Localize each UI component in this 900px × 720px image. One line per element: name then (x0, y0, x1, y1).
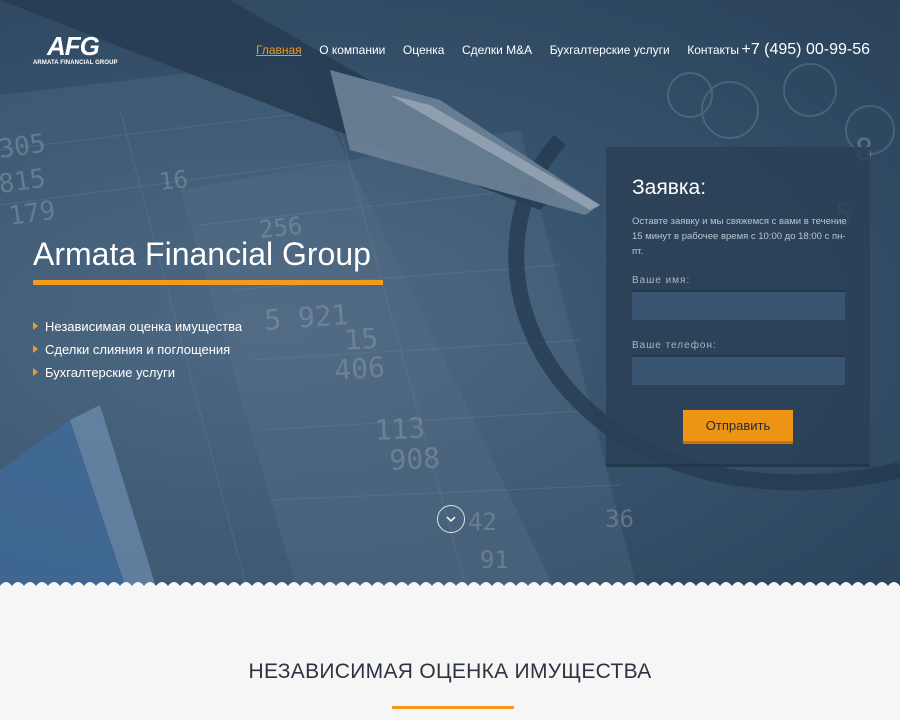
nav-item-contacts[interactable]: Контакты (687, 43, 739, 57)
logo-mark: AFG (47, 31, 100, 61)
triangle-right-icon (33, 322, 38, 330)
form-description: Оставте заявку и мы свяжемся с вами в те… (632, 216, 847, 257)
section-title: НЕЗАВИСИМАЯ ОЦЕНКА ИМУЩЕСТВА (248, 660, 652, 683)
feature-item-label: Независимая оценка имущества (45, 319, 243, 334)
submit-button[interactable]: Отправить (683, 410, 793, 444)
triangle-right-icon (33, 345, 38, 353)
header-phone[interactable]: +7 (495) 00-99-56 (741, 41, 870, 59)
site-header: AFG ARMATA FINANCIAL GROUP Главная О ком… (0, 0, 900, 100)
wave-divider (0, 582, 900, 592)
logo-subtitle: ARMATA FINANCIAL GROUP (33, 60, 118, 66)
nav-item-valuation[interactable]: Оценка (403, 43, 445, 57)
name-field-label: Ваше имя: (632, 275, 691, 286)
phone-field[interactable] (632, 355, 845, 385)
hero-title: Armata Financial Group (33, 236, 371, 272)
feature-list: Независимая оценка имущества Сделки слия… (33, 318, 242, 387)
section-title-underline (392, 706, 514, 709)
main-nav: Главная О компании Оценка Сделки M&A Бух… (256, 43, 757, 57)
nav-item-about[interactable]: О компании (319, 43, 385, 57)
request-form: Заявка: Оставте заявку и мы свяжемся с в… (606, 147, 870, 467)
feature-item-label: Сделки слияния и поглощения (45, 342, 231, 357)
scroll-down-button[interactable] (437, 505, 465, 533)
name-field[interactable] (632, 290, 845, 320)
hero-section: 305 815 179 16 256 5 921 15 406 113 908 … (0, 0, 900, 590)
chevron-down-icon (446, 516, 456, 523)
triangle-right-icon (33, 368, 38, 376)
feature-item: Независимая оценка имущества (33, 318, 242, 341)
phone-field-label: Ваше телефон: (632, 340, 717, 351)
hero-title-underline (33, 280, 383, 285)
feature-item: Бухгалтерские услуги (33, 364, 242, 387)
form-title: Заявка: (632, 176, 707, 199)
nav-item-ma-deals[interactable]: Сделки M&A (462, 43, 532, 57)
nav-item-home[interactable]: Главная (256, 43, 302, 57)
nav-item-accounting[interactable]: Бухгалтерские услуги (550, 43, 670, 57)
logo[interactable]: AFG ARMATA FINANCIAL GROUP (33, 31, 118, 73)
feature-item: Сделки слияния и поглощения (33, 341, 242, 364)
feature-item-label: Бухгалтерские услуги (45, 365, 176, 380)
